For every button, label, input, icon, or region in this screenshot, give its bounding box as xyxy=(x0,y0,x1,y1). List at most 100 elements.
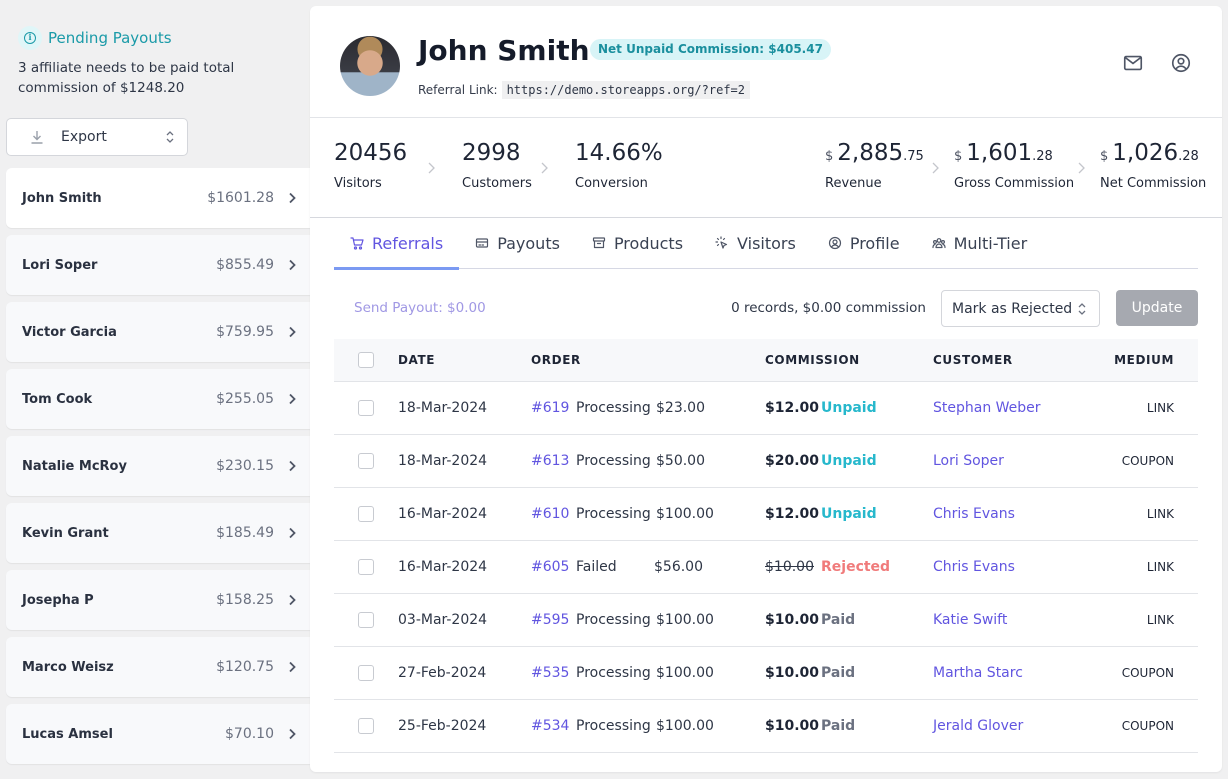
currency-symbol: $ xyxy=(825,149,834,164)
header-order[interactable]: ORDER xyxy=(531,353,581,367)
bulk-status-select[interactable]: Mark as Rejected xyxy=(941,290,1100,327)
affiliate-amount: $120.75 xyxy=(216,659,274,675)
row-date: 27-Feb-2024 xyxy=(398,665,487,681)
user-circle-icon[interactable] xyxy=(1170,52,1192,74)
affiliate-list: John Smith $1601.28 Lori Soper $855.49 Victo… xyxy=(6,168,310,771)
stat-revenue-label: Revenue xyxy=(825,176,882,191)
referrals-table: DATE ORDER COMMISSION CUSTOMER MEDIUM 18… xyxy=(334,339,1198,753)
affiliate-amount: $1601.28 xyxy=(207,190,274,206)
affiliate-list-item[interactable]: Kevin Grant $185.49 xyxy=(6,503,310,563)
row-medium: LINK xyxy=(1146,507,1174,521)
send-payout-link[interactable]: Send Payout: $0.00 xyxy=(354,300,486,316)
row-customer-link[interactable]: Chris Evans xyxy=(933,559,1015,575)
stat-customers-value: 2998 xyxy=(462,140,521,166)
row-checkbox[interactable] xyxy=(358,400,374,416)
user-circle-icon xyxy=(828,236,841,250)
row-customer-link[interactable]: Martha Starc xyxy=(933,665,1023,681)
records-summary: 0 records, $0.00 commission xyxy=(731,300,926,316)
chevron-right-icon xyxy=(289,326,296,338)
row-order-link[interactable]: #595 xyxy=(531,612,569,628)
header-commission[interactable]: COMMISSION xyxy=(765,353,860,367)
affiliate-list-item[interactable]: Josepha P $158.25 xyxy=(6,570,310,630)
row-payout-status: Paid xyxy=(821,612,856,628)
header-customer[interactable]: CUSTOMER xyxy=(933,353,1013,367)
row-order-link[interactable]: #535 xyxy=(531,665,569,681)
row-checkbox[interactable] xyxy=(358,453,374,469)
row-date: 25-Feb-2024 xyxy=(398,718,487,734)
tab-label: Payouts xyxy=(497,233,560,253)
referral-link[interactable]: https://demo.storeapps.org/?ref=2 xyxy=(501,81,750,99)
row-order-status: Processing xyxy=(576,665,651,681)
affiliate-amount: $230.15 xyxy=(216,458,274,474)
row-commission: $20.00 xyxy=(765,453,820,469)
affiliate-detail-panel: John Smith Net Unpaid Commission: $405.4… xyxy=(310,6,1222,772)
affiliate-list-item[interactable]: Tom Cook $255.05 xyxy=(6,369,310,429)
tab-profile[interactable]: Profile xyxy=(812,218,916,268)
info-icon: i xyxy=(18,26,42,50)
row-medium: COUPON xyxy=(1121,666,1174,680)
affiliate-list-item[interactable]: John Smith $1601.28 xyxy=(6,168,310,228)
row-order-total: $50.00 xyxy=(656,453,705,469)
stat-net-commission-cents: .28 xyxy=(1178,149,1199,164)
stat-customers-label: Customers xyxy=(462,176,532,191)
chevron-right-icon xyxy=(289,527,296,539)
chevron-right-icon xyxy=(1078,162,1085,174)
row-customer-link[interactable]: Chris Evans xyxy=(933,506,1015,522)
affiliate-name: Victor Garcia xyxy=(22,324,117,340)
export-label: Export xyxy=(61,129,107,145)
update-button[interactable]: Update xyxy=(1116,290,1198,326)
chevron-up-down-icon xyxy=(166,131,174,143)
referral-link-row: Referral Link: https://demo.storeapps.or… xyxy=(418,81,750,99)
tab-visitors[interactable]: Visitors xyxy=(699,218,812,268)
row-order-link[interactable]: #605 xyxy=(531,559,569,575)
affiliate-list-item[interactable]: Victor Garcia $759.95 xyxy=(6,302,310,362)
affiliate-list-item[interactable]: Marco Weisz $120.75 xyxy=(6,637,310,697)
row-customer-link[interactable]: Stephan Weber xyxy=(933,400,1041,416)
affiliate-name: Lori Soper xyxy=(22,257,98,273)
row-order-link[interactable]: #534 xyxy=(531,718,569,734)
row-customer-link[interactable]: Lori Soper xyxy=(933,453,1004,469)
row-customer-link[interactable]: Katie Swift xyxy=(933,612,1007,628)
row-checkbox[interactable] xyxy=(358,559,374,575)
row-order-status: Failed xyxy=(576,559,617,575)
affiliate-list-item[interactable]: Natalie McRoy $230.15 xyxy=(6,436,310,496)
select-all-checkbox[interactable] xyxy=(358,352,374,368)
affiliate-list-item[interactable]: Lucas Amsel $70.10 xyxy=(6,704,310,764)
row-medium: COUPON xyxy=(1121,719,1174,733)
row-payout-status: Rejected xyxy=(821,559,891,575)
affiliate-amount: $759.95 xyxy=(216,324,274,340)
header-medium[interactable]: MEDIUM xyxy=(1114,353,1174,367)
table-row: 16-Mar-2024 #610 Processing $100.00 $12.00 Un… xyxy=(334,488,1198,541)
row-checkbox[interactable] xyxy=(358,506,374,522)
chevron-right-icon xyxy=(289,393,296,405)
tab-multi-tier[interactable]: Multi-Tier xyxy=(916,218,1044,268)
row-order-link[interactable]: #610 xyxy=(531,506,569,522)
row-order-link[interactable]: #619 xyxy=(531,400,569,416)
row-order-link[interactable]: #613 xyxy=(531,453,569,469)
row-checkbox[interactable] xyxy=(358,718,374,734)
net-unpaid-badge: Net Unpaid Commission: $405.47 xyxy=(590,39,831,60)
affiliate-list-item[interactable]: Lori Soper $855.49 xyxy=(6,235,310,295)
row-order-total: $23.00 xyxy=(656,400,705,416)
archive-box-icon xyxy=(592,237,606,249)
tab-products[interactable]: Products xyxy=(576,218,699,268)
tab-referrals[interactable]: Referrals xyxy=(334,218,460,270)
stat-gross-commission-whole: 1,601 xyxy=(966,140,1033,166)
row-date: 16-Mar-2024 xyxy=(398,559,488,575)
affiliate-amount: $185.49 xyxy=(216,525,274,541)
affiliate-name: John Smith xyxy=(22,190,102,206)
chevron-up-down-icon xyxy=(1078,302,1086,315)
download-icon xyxy=(31,131,43,144)
row-checkbox[interactable] xyxy=(358,612,374,628)
header-date[interactable]: DATE xyxy=(398,353,435,367)
mail-icon[interactable] xyxy=(1122,52,1144,74)
row-date: 18-Mar-2024 xyxy=(398,453,488,469)
chevron-right-icon xyxy=(289,728,296,740)
row-customer-link[interactable]: Jerald Glover xyxy=(933,718,1023,734)
affiliate-name: John Smith xyxy=(418,34,590,67)
stat-net-commission-value: $ 1,026 .28 xyxy=(1100,140,1206,170)
tab-payouts[interactable]: Payouts xyxy=(459,218,576,268)
export-select[interactable]: Export xyxy=(6,118,188,156)
chevron-right-icon xyxy=(932,162,939,174)
row-checkbox[interactable] xyxy=(358,665,374,681)
